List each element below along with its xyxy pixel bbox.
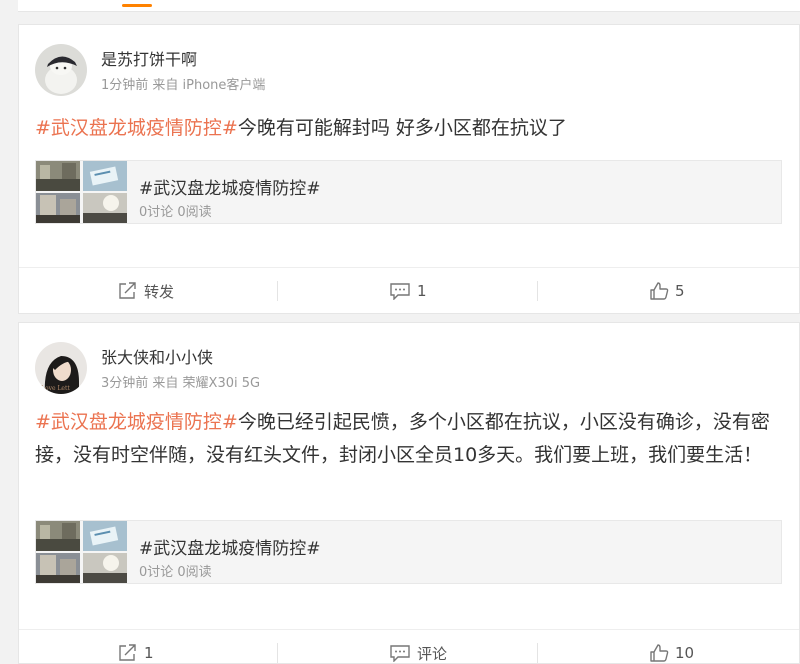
thumbnail-image [83, 161, 127, 191]
repost-button[interactable]: 转发 [118, 268, 174, 314]
repost-icon [118, 282, 138, 300]
thumbs-up-icon [649, 643, 669, 663]
action-divider [277, 643, 278, 663]
like-button[interactable]: 10 [649, 630, 694, 664]
post-actions: 转发 1 5 [19, 267, 799, 313]
repost-label: 转发 [144, 282, 175, 301]
post-meta: 1分钟前 来自 iPhone客户端 [101, 78, 266, 93]
repost-count: 1 [144, 644, 154, 662]
post-meta: 3分钟前 来自 荣耀X30i 5G [101, 376, 261, 391]
thumbnail-image [83, 193, 127, 223]
avatar[interactable] [35, 44, 87, 96]
thumbnail-image [36, 553, 80, 583]
weibo-post: Love Lett 张大侠和小小侠 3分钟前 来自 荣耀X30i 5G #武汉盘… [18, 322, 800, 664]
avatar[interactable]: Love Lett [35, 342, 87, 394]
thumbnail-image [36, 193, 80, 223]
active-tab-indicator [122, 4, 152, 7]
action-divider [277, 281, 278, 301]
username[interactable]: 是苏打饼干啊 [101, 46, 197, 70]
action-divider [537, 643, 538, 663]
comment-icon [389, 644, 411, 662]
thumbnail-image [83, 553, 127, 583]
topic-title: #武汉盘龙城疫情防控# [139, 179, 321, 199]
thumbnail-image [36, 161, 80, 191]
username[interactable]: 张大侠和小小侠 [101, 344, 213, 368]
like-count: 5 [675, 282, 685, 300]
post-text: #武汉盘龙城疫情防控#今晚有可能解封吗 好多小区都在抗议了 [35, 112, 785, 145]
comment-icon [389, 282, 411, 300]
weibo-post: 是苏打饼干啊 1分钟前 来自 iPhone客户端 #武汉盘龙城疫情防控#今晚有可… [18, 24, 800, 314]
comment-label: 评论 [417, 644, 448, 663]
repost-button[interactable]: 1 [118, 630, 154, 664]
post-text: #武汉盘龙城疫情防控#今晚已经引起民愤，多个小区都在抗议，小区没有确诊，没有密接… [35, 406, 785, 472]
repost-icon [118, 644, 138, 662]
like-count: 10 [675, 644, 695, 662]
tab-bar [18, 0, 800, 12]
thumbs-up-icon [649, 281, 669, 301]
comment-button[interactable]: 评论 [389, 630, 447, 664]
topic-thumbnails [36, 161, 128, 223]
like-button[interactable]: 5 [649, 268, 685, 314]
hashtag-link[interactable]: #武汉盘龙城疫情防控# [35, 117, 238, 139]
topic-stats: 0讨论 0阅读 [139, 565, 212, 580]
hashtag-link[interactable]: #武汉盘龙城疫情防控# [35, 411, 238, 433]
thumbnail-image [36, 521, 80, 551]
post-body: 今晚有可能解封吗 好多小区都在抗议了 [237, 117, 567, 139]
svg-text:Love Lett: Love Lett [41, 385, 70, 392]
topic-thumbnails [36, 521, 128, 583]
topic-title: #武汉盘龙城疫情防控# [139, 539, 321, 559]
comment-count: 1 [417, 282, 427, 300]
post-actions: 1 评论 10 [19, 629, 799, 664]
topic-card[interactable]: #武汉盘龙城疫情防控# 0讨论 0阅读 [35, 520, 782, 584]
thumbnail-image [83, 521, 127, 551]
topic-card[interactable]: #武汉盘龙城疫情防控# 0讨论 0阅读 [35, 160, 782, 224]
comment-button[interactable]: 1 [389, 268, 427, 314]
topic-stats: 0讨论 0阅读 [139, 205, 212, 220]
action-divider [537, 281, 538, 301]
